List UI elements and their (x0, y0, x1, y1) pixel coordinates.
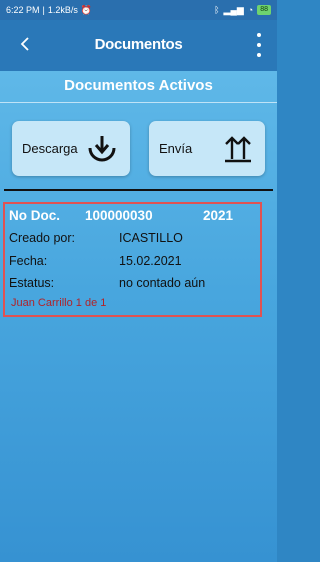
send-button[interactable]: Envía (149, 121, 265, 176)
list-divider (4, 189, 273, 191)
document-header: No Doc. 100000030 2021 (9, 208, 256, 226)
battery-icon: 88 (257, 5, 271, 15)
document-card[interactable]: No Doc. 100000030 2021 Creado por: ICAST… (3, 202, 262, 317)
doc-year: 2021 (203, 208, 234, 223)
date-value: 15.02.2021 (119, 254, 182, 268)
status-left: 6:22 PM | 1.2kB/s ⏰ (6, 5, 92, 16)
status-row: Estatus: no contado aún (9, 276, 259, 292)
created-by-row: Creado por: ICASTILLO (9, 231, 259, 247)
status-value: no contado aún (119, 276, 206, 290)
created-by-label: Creado por: (9, 231, 76, 245)
download-button-label: Descarga (22, 141, 78, 156)
send-button-label: Envía (159, 141, 193, 156)
doc-number-value: 100000030 (85, 208, 153, 223)
date-label: Fecha: (9, 254, 48, 268)
doc-number-label: No Doc. (9, 208, 61, 223)
status-right: ᛒ ▂▄▆ ◔ 88 (214, 5, 271, 16)
status-separator: | (42, 5, 45, 15)
wifi-icon: ◔ (247, 5, 254, 15)
owner-text: Juan Carrillo 1 de 1 (11, 297, 107, 309)
status-label: Estatus: (9, 276, 55, 290)
status-speed: 1.2kB/s (47, 5, 78, 15)
page-title: Documentos (94, 36, 183, 53)
download-icon (88, 135, 116, 161)
status-bar: 6:22 PM | 1.2kB/s ⏰ ᛒ ▂▄▆ ◔ 88 (0, 0, 277, 20)
section-divider (0, 102, 277, 103)
alarm-icon: ⏰ (80, 4, 93, 15)
upload-arrows-icon (225, 135, 251, 162)
date-row: Fecha: 15.02.2021 (9, 254, 259, 270)
signal-icon: ▂▄▆ (223, 4, 244, 15)
download-button[interactable]: Descarga (12, 121, 130, 176)
kebab-menu-icon[interactable] (255, 30, 263, 60)
status-time: 6:22 PM (6, 5, 40, 15)
content-area: Documentos Activos Descarga Envía No Doc… (0, 71, 277, 562)
app-bar: Documentos (0, 20, 277, 71)
section-title: Documentos Activos (64, 77, 213, 94)
bluetooth-icon: ᛒ (214, 5, 220, 15)
created-by-value: ICASTILLO (119, 231, 183, 245)
